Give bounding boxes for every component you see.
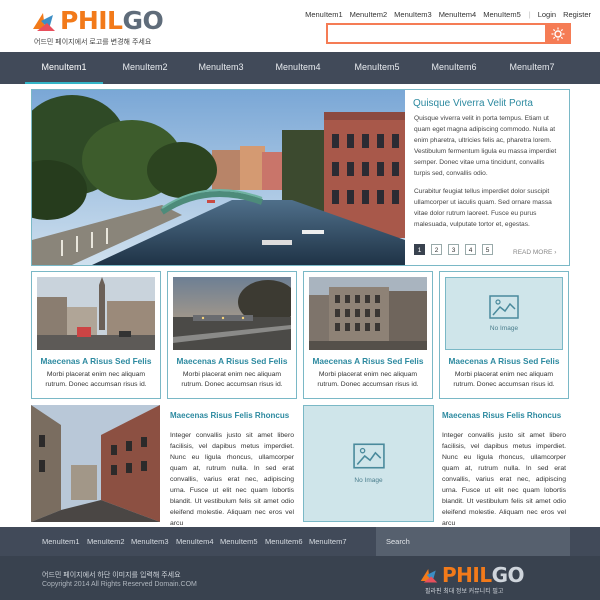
footer-nav-menuitem2[interactable]: MenuItem2: [87, 527, 125, 556]
footer-nav-menuitem1[interactable]: MenuItem1: [42, 527, 80, 556]
nav-item-menuitem1[interactable]: MenuItem1: [25, 52, 103, 84]
read-more-label: READ MORE: [513, 249, 553, 256]
site-logo[interactable]: PHILGO: [31, 6, 164, 35]
card-title[interactable]: Maecenas A Risus Sed Felis: [440, 356, 568, 366]
header-search-input[interactable]: [328, 27, 548, 44]
card-no-image-placeholder: No Image: [445, 277, 563, 350]
hero-pager: 1 2 3 4 5: [414, 244, 499, 255]
city-street-illustration: [37, 277, 155, 350]
footer-nav-menuitem6[interactable]: MenuItem6: [265, 527, 303, 556]
street-illustration: [31, 405, 160, 522]
logo-phil: PHIL: [60, 6, 123, 35]
logo-tagline: 어드민 페이지에서 로고를 변경해 주세요: [34, 39, 152, 46]
footer-logo[interactable]: PHILGO: [419, 563, 525, 587]
card-description: Morbi placerat enim nec aliquam rutrum. …: [45, 371, 147, 388]
pager-page-2[interactable]: 2: [431, 244, 442, 255]
hero-text: Quisque viverra velit in porta tempus. E…: [414, 113, 559, 237]
nav-item-menuitem2[interactable]: MenuItem2: [106, 52, 184, 84]
header-search-button[interactable]: [545, 23, 571, 44]
logo-mark-icon: [33, 13, 55, 31]
card-1[interactable]: Maecenas A Risus Sed Felis Morbi placera…: [31, 271, 161, 399]
lower-street-photo[interactable]: [31, 405, 160, 522]
old-building-illustration: [309, 277, 427, 350]
top-link-menuitem3[interactable]: MenuItem3: [394, 10, 432, 19]
nav-item-menuitem4[interactable]: MenuItem4: [259, 52, 337, 84]
hero-title: Quisque Viverra Velit Porta: [413, 98, 533, 109]
footer-search-input[interactable]: [376, 527, 556, 556]
lower-no-image-placeholder[interactable]: No Image: [303, 405, 434, 522]
hero-paragraph-1: Quisque viverra velit in porta tempus. E…: [414, 115, 557, 177]
logo-go: GO: [122, 6, 164, 35]
card-railway-dusk-photo: [173, 277, 291, 350]
venice-canal-illustration: [32, 90, 405, 265]
pager-page-1[interactable]: 1: [414, 244, 425, 255]
chevron-right-icon: ›: [554, 249, 557, 256]
hero-paragraph-2: Curabitur feugiat tellus imperdiet dolor…: [414, 188, 552, 228]
main-nav: MenuItem1 MenuItem2 MenuItem3 MenuItem4 …: [0, 52, 600, 84]
card-title[interactable]: Maecenas A Risus Sed Felis: [32, 356, 160, 366]
login-link[interactable]: Login: [538, 10, 556, 19]
footer-nav-menuitem5[interactable]: MenuItem5: [220, 527, 258, 556]
nav-item-menuitem7[interactable]: MenuItem7: [493, 52, 571, 84]
no-image-label: No Image: [489, 325, 519, 332]
pager-page-5[interactable]: 5: [482, 244, 493, 255]
lower-left-text: Integer convallis justo sit amet libero …: [170, 432, 294, 527]
lower-left-title[interactable]: Maecenas Risus Felis Rhoncus: [170, 411, 289, 420]
hero-canal-photo[interactable]: [32, 90, 405, 265]
top-link-divider: |: [528, 10, 531, 19]
footer-nav-menuitem7[interactable]: MenuItem7: [309, 527, 347, 556]
top-link-menuitem2[interactable]: MenuItem2: [350, 10, 388, 19]
footer-nav-menuitem4[interactable]: MenuItem4: [176, 527, 214, 556]
card-description: Morbi placerat enim nec aliquam rutrum. …: [181, 371, 283, 388]
top-link-menuitem4[interactable]: MenuItem4: [439, 10, 477, 19]
card-title[interactable]: Maecenas A Risus Sed Felis: [168, 356, 296, 366]
nav-item-menuitem3[interactable]: MenuItem3: [182, 52, 260, 84]
nav-item-menuitem5[interactable]: MenuItem5: [338, 52, 416, 84]
lower-right-title[interactable]: Maecenas Risus Felis Rhoncus: [442, 411, 561, 420]
image-placeholder-icon: [352, 443, 385, 469]
image-placeholder-icon: [489, 295, 519, 319]
top-link-menuitem1[interactable]: MenuItem1: [305, 10, 343, 19]
footer-logo-tagline: 필라핀 최대 정보 커뮤니티 필고: [425, 589, 504, 595]
sun-search-icon: [551, 27, 565, 40]
card-2[interactable]: Maecenas A Risus Sed Felis Morbi placera…: [167, 271, 297, 399]
footer-logo-phil: PHIL: [442, 563, 492, 587]
top-utility-nav: MenuItem1 MenuItem2 MenuItem3 MenuItem4 …: [298, 10, 591, 19]
logo-wordmark: PHILGO: [60, 6, 164, 35]
footer-copyright: Copyright 2014 All Rights Reserved Domai…: [42, 581, 197, 588]
footer-logo-go: GO: [491, 563, 525, 587]
card-4[interactable]: No Image Maecenas A Risus Sed Felis Morb…: [439, 271, 569, 399]
nav-item-menuitem6[interactable]: MenuItem6: [415, 52, 493, 84]
register-link[interactable]: Register: [563, 10, 591, 19]
header: PHILGO 어드민 페이지에서 로고를 변경해 주세요 MenuItem1 M…: [0, 0, 600, 52]
footer-logo-wordmark: PHILGO: [442, 563, 525, 587]
lower-right-text: Integer convallis justo sit amet libero …: [442, 432, 566, 527]
footer-notice: 어드민 페이지에서 하단 이미지를 입력해 주세요: [42, 572, 181, 579]
card-3[interactable]: Maecenas A Risus Sed Felis Morbi placera…: [303, 271, 433, 399]
footer-nav-menuitem3[interactable]: MenuItem3: [131, 527, 169, 556]
no-image-label: No Image: [354, 477, 383, 484]
logo-mark-icon: [420, 569, 438, 583]
read-more-link[interactable]: READ MORE ›: [513, 249, 556, 256]
top-link-menuitem5[interactable]: MenuItem5: [483, 10, 521, 19]
card-title[interactable]: Maecenas A Risus Sed Felis: [304, 356, 432, 366]
card-old-building-photo: [309, 277, 427, 350]
pager-page-3[interactable]: 3: [448, 244, 459, 255]
footer-search: [376, 527, 570, 556]
card-description: Morbi placerat enim nec aliquam rutrum. …: [317, 371, 419, 388]
header-search: [326, 23, 571, 44]
pager-page-4[interactable]: 4: [465, 244, 476, 255]
railway-illustration: [173, 277, 291, 350]
card-city-street-photo: [37, 277, 155, 350]
card-description: Morbi placerat enim nec aliquam rutrum. …: [453, 371, 555, 388]
